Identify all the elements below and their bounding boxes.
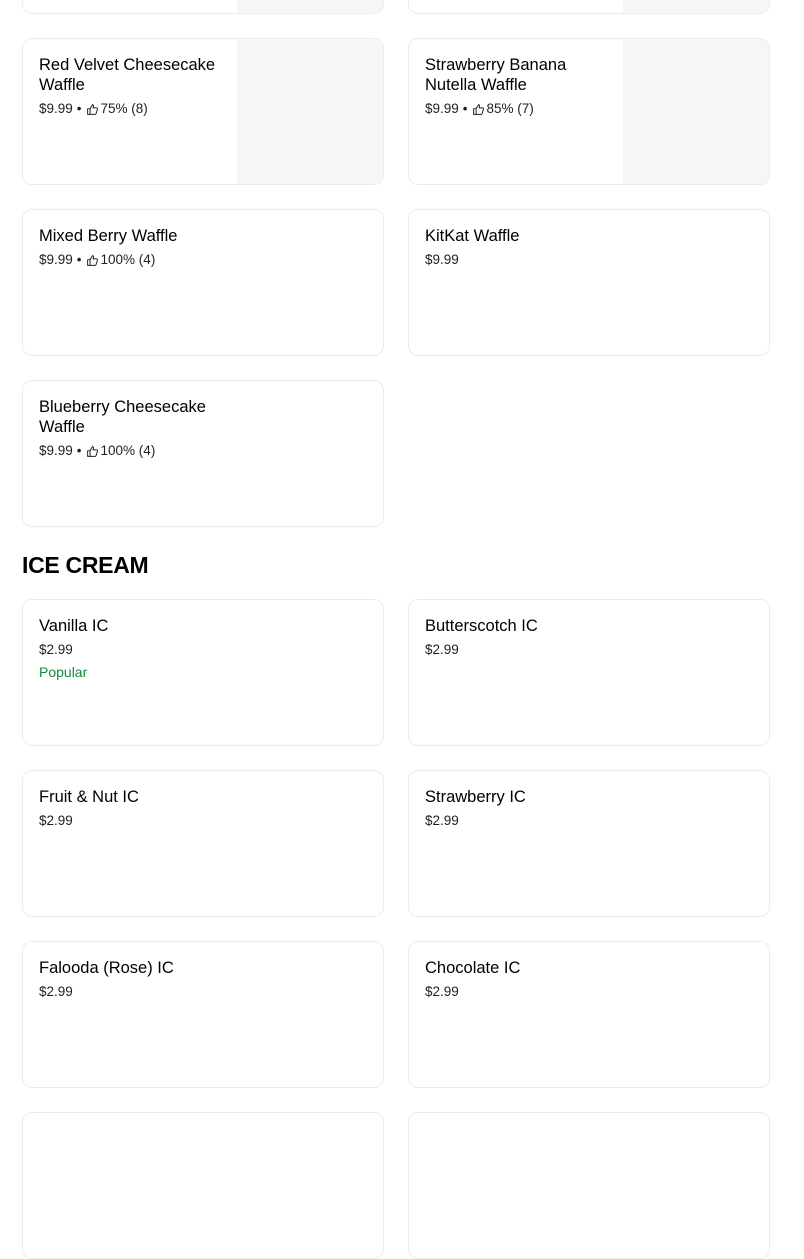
item-meta: $9.99 • 75% (8) xyxy=(39,100,148,118)
item-meta: $2.99 xyxy=(39,812,73,830)
menu-item-card[interactable]: Red Velvet Cheesecake Waffle $9.99 • 75%… xyxy=(22,38,384,185)
menu-item-card[interactable]: Falooda (Rose) IC $2.99 xyxy=(22,941,384,1088)
item-meta: $2.99 xyxy=(39,641,73,659)
item-price: $2.99 xyxy=(425,642,459,657)
menu-item-card[interactable]: Blueberry Cheesecake Waffle $9.99 • 100%… xyxy=(22,380,384,527)
menu-item-card[interactable]: Chocolate IC $2.99 xyxy=(408,941,770,1088)
menu-item-card[interactable] xyxy=(408,1112,770,1259)
menu-item-card[interactable]: Mixed Berry Waffle $9.99 • 100% (4) xyxy=(22,209,384,356)
separator: • xyxy=(76,101,82,116)
item-meta: $9.99 xyxy=(425,251,459,269)
item-meta: $2.99 xyxy=(425,812,459,830)
item-rating: 100% (4) xyxy=(100,252,156,267)
section-title-ice-cream: ICE CREAM xyxy=(22,552,149,578)
item-price: $9.99 xyxy=(39,252,73,267)
item-name: Strawberry Banana Nutella Waffle xyxy=(425,56,567,94)
item-meta: $2.99 xyxy=(39,983,73,1001)
separator: • xyxy=(76,252,82,267)
separator: • xyxy=(76,443,82,458)
menu-item-card[interactable]: Butterscotch IC $2.99 xyxy=(408,599,770,746)
item-meta: $2.99 xyxy=(425,641,459,659)
thumbs-up-icon xyxy=(86,254,98,266)
item-price: $9.99 xyxy=(39,101,73,116)
separator: • xyxy=(462,101,468,116)
menu-item-card[interactable]: Strawberry Banana Nutella Waffle $9.99 •… xyxy=(408,38,770,185)
item-meta: $9.99 • 85% (7) xyxy=(425,100,534,118)
item-name: Falooda (Rose) IC xyxy=(39,959,174,977)
item-name: Butterscotch IC xyxy=(425,617,538,635)
item-price: $9.99 xyxy=(39,443,73,458)
item-meta: $9.99 • 100% (4) xyxy=(39,251,155,269)
item-price: $2.99 xyxy=(425,984,459,999)
item-name: Vanilla IC xyxy=(39,617,109,635)
item-meta: $9.99 • 100% (4) xyxy=(39,442,155,460)
menu-item-card[interactable]: KitKat Waffle $9.99 xyxy=(408,209,770,356)
item-rating: 85% (7) xyxy=(486,101,534,116)
popular-badge: Popular xyxy=(39,664,88,680)
menu-item-card[interactable] xyxy=(22,1112,384,1259)
item-price: $2.99 xyxy=(39,984,73,999)
thumbs-up-icon xyxy=(472,103,484,115)
menu-item-card[interactable]: Strawberry IC $2.99 xyxy=(408,770,770,917)
item-rating: 75% (8) xyxy=(100,101,148,116)
item-name: Chocolate IC xyxy=(425,959,521,977)
item-name: Mixed Berry Waffle xyxy=(39,227,178,245)
item-meta: $2.99 xyxy=(425,983,459,1001)
item-price: $9.99 xyxy=(425,101,459,116)
item-image xyxy=(623,0,769,13)
thumbs-up-icon xyxy=(86,445,98,457)
menu-item-card[interactable]: Vanilla IC $2.99 Popular xyxy=(22,599,384,746)
item-image xyxy=(623,39,769,184)
menu-item-card[interactable]: Fruit & Nut IC $2.99 xyxy=(22,770,384,917)
menu-item-card[interactable] xyxy=(22,0,384,14)
item-image xyxy=(237,0,383,13)
item-image xyxy=(237,39,383,184)
menu-item-card[interactable] xyxy=(408,0,770,14)
item-name: Red Velvet Cheesecake Waffle xyxy=(39,56,216,94)
item-price: $2.99 xyxy=(39,642,73,657)
thumbs-up-icon xyxy=(86,103,98,115)
item-name: Strawberry IC xyxy=(425,788,526,806)
item-name: Fruit & Nut IC xyxy=(39,788,139,806)
item-price: $2.99 xyxy=(39,813,73,828)
item-name: Blueberry Cheesecake Waffle xyxy=(39,398,206,436)
item-price: $2.99 xyxy=(425,813,459,828)
item-rating: 100% (4) xyxy=(100,443,156,458)
item-price: $9.99 xyxy=(425,252,459,267)
item-name: KitKat Waffle xyxy=(425,227,520,245)
